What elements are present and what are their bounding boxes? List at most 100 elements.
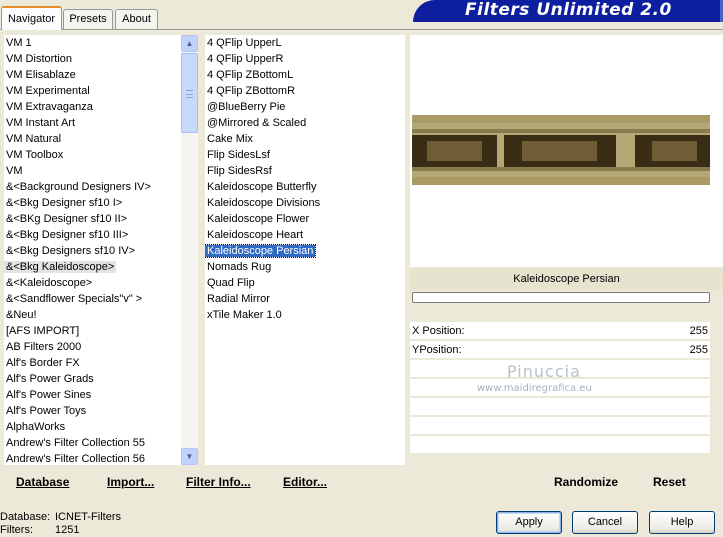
randomize-button[interactable]: Randomize — [554, 475, 618, 489]
param-value: 255 — [689, 344, 708, 356]
list-item[interactable]: VM Instant Art — [4, 115, 77, 131]
list-item[interactable]: [AFS IMPORT] — [4, 323, 81, 339]
list-item[interactable]: Nomads Rug — [205, 259, 273, 275]
list-item[interactable]: @BlueBerry Pie — [205, 99, 287, 115]
param-label: X Position: — [412, 325, 465, 337]
list-item-label: &<Sandflower Specials"v" > — [6, 293, 143, 305]
list-item[interactable]: 4 QFlip ZBottomR — [205, 83, 297, 99]
list-item-label: &<Kaleidoscope> — [6, 277, 93, 289]
list-item[interactable]: Cake Mix — [205, 131, 255, 147]
list-item-label: Alf's Power Grads — [6, 373, 94, 385]
list-item-label: Alf's Border FX — [6, 357, 80, 369]
list-item[interactable]: Kaleidoscope Divisions — [205, 195, 322, 211]
watermark-text: Pinuccia — [507, 362, 581, 381]
scroll-thumb[interactable] — [181, 53, 198, 133]
tab-about[interactable]: About — [115, 9, 158, 29]
watermark-url: www.maidiregrafica.eu — [477, 383, 592, 394]
list-item[interactable]: @Mirrored & Scaled — [205, 115, 308, 131]
list-item[interactable]: &<Bkg Designer sf10 I> — [4, 195, 124, 211]
tab-presets[interactable]: Presets — [63, 9, 113, 29]
list-item[interactable]: VM Toolbox — [4, 147, 65, 163]
param-value: 255 — [689, 325, 708, 337]
list-item[interactable]: &<Background Designers IV> — [4, 179, 153, 195]
list-item-label: Andrew's Filter Collection 55 — [6, 437, 146, 449]
cancel-button[interactable]: Cancel — [572, 511, 638, 534]
list-item[interactable]: &<Sandflower Specials"v" > — [4, 291, 144, 307]
progress-bar — [412, 292, 710, 303]
list-item-label: VM Experimental — [6, 85, 90, 97]
list-item[interactable]: Andrew's Filter Collection 56 — [4, 451, 147, 465]
list-item[interactable]: VM Natural — [4, 131, 63, 147]
list-item[interactable]: Alf's Power Sines — [4, 387, 93, 403]
database-button[interactable]: Database — [16, 475, 69, 489]
list-item[interactable]: VM — [4, 163, 25, 179]
category-list[interactable]: VM 1 VM Distortion VM Elisablaze VM Experim… — [4, 35, 181, 465]
list-item-label: [AFS IMPORT] — [6, 325, 80, 337]
list-item-label: 4 QFlip UpperR — [207, 53, 284, 65]
filters-caption: Filters: — [0, 524, 33, 536]
list-item-label: Kaleidoscope Heart — [207, 229, 304, 241]
apply-button[interactable]: Apply — [496, 511, 562, 534]
list-item[interactable]: &Neu! — [4, 307, 39, 323]
editor-button[interactable]: Editor... — [283, 475, 327, 489]
list-item[interactable]: VM Elisablaze — [4, 67, 78, 83]
list-item[interactable]: Andrew's Filter Collection 55 — [4, 435, 147, 451]
title-banner: Filters Unlimited 2.0 — [413, 0, 723, 22]
list-item[interactable]: AlphaWorks — [4, 419, 67, 435]
category-scrollbar[interactable]: ▲ ▼ — [181, 35, 198, 465]
list-item[interactable]: &<Kaleidoscope> — [4, 275, 94, 291]
list-item[interactable]: 4 QFlip UpperR — [205, 51, 285, 67]
list-item[interactable]: &<Bkg Designer sf10 III> — [4, 227, 130, 243]
scroll-up-button[interactable]: ▲ — [181, 35, 198, 52]
list-item-label: Alf's Power Sines — [6, 389, 92, 401]
list-item[interactable]: Alf's Border FX — [4, 355, 82, 371]
list-item[interactable]: &<Bkg Kaleidoscope> — [4, 259, 117, 275]
list-item-label: 4 QFlip ZBottomR — [207, 85, 296, 97]
list-item[interactable]: Kaleidoscope Flower — [205, 211, 311, 227]
filter-list[interactable]: 4 QFlip UpperL 4 QFlip UpperR 4 QFlip ZBot… — [205, 35, 405, 465]
scroll-down-button[interactable]: ▼ — [181, 448, 198, 465]
list-item[interactable]: Alf's Power Grads — [4, 371, 96, 387]
list-item[interactable]: &<Bkg Designers sf10 IV> — [4, 243, 137, 259]
list-item-label: &<Bkg Designers sf10 IV> — [6, 245, 136, 257]
list-item-label: &<Bkg Kaleidoscope> — [4, 261, 117, 273]
list-item[interactable]: Flip SidesRsf — [205, 163, 274, 179]
list-item[interactable]: Flip SidesLsf — [205, 147, 272, 163]
list-item[interactable]: Kaleidoscope Heart — [205, 227, 305, 243]
list-item[interactable]: 4 QFlip UpperL — [205, 35, 284, 51]
list-item[interactable]: xTile Maker 1.0 — [205, 307, 284, 323]
list-item[interactable]: Radial Mirror — [205, 291, 272, 307]
import-button[interactable]: Import... — [107, 475, 154, 489]
list-item[interactable]: Kaleidoscope Persian — [205, 243, 317, 259]
list-item-label: &<Bkg Designer sf10 III> — [6, 229, 129, 241]
param-slot-empty — [410, 417, 710, 435]
list-item-label: AB Filters 2000 — [6, 341, 82, 353]
list-item-label: xTile Maker 1.0 — [207, 309, 282, 321]
list-item[interactable]: VM Experimental — [4, 83, 92, 99]
list-item-label: VM Natural — [6, 133, 62, 145]
list-item[interactable]: VM Distortion — [4, 51, 74, 67]
list-item[interactable]: &<BKg Designer sf10 II> — [4, 211, 129, 227]
list-item[interactable]: Alf's Power Toys — [4, 403, 88, 419]
tab-navigator[interactable]: Navigator — [1, 6, 62, 30]
param-y-position[interactable]: YPosition: 255 — [410, 341, 710, 359]
list-item[interactable]: Kaleidoscope Butterfly — [205, 179, 318, 195]
reset-button[interactable]: Reset — [653, 475, 686, 489]
list-item-label: @BlueBerry Pie — [207, 101, 286, 113]
list-item-label: Flip SidesRsf — [207, 165, 272, 177]
param-label: YPosition: — [412, 344, 462, 356]
list-item-label: @Mirrored & Scaled — [207, 117, 307, 129]
list-item-label: &<Background Designers IV> — [6, 181, 151, 193]
list-item[interactable]: 4 QFlip ZBottomL — [205, 67, 295, 83]
list-item[interactable]: AB Filters 2000 — [4, 339, 83, 355]
param-x-position[interactable]: X Position: 255 — [410, 322, 710, 340]
list-item-label: Andrew's Filter Collection 56 — [6, 453, 146, 465]
help-button[interactable]: Help — [649, 511, 715, 534]
list-item[interactable]: Quad Flip — [205, 275, 257, 291]
filter-info-button[interactable]: Filter Info... — [186, 475, 251, 489]
list-item[interactable]: VM Extravaganza — [4, 99, 95, 115]
preview-area — [410, 35, 723, 267]
list-item[interactable]: VM 1 — [4, 35, 34, 51]
preview-image — [412, 115, 710, 185]
list-item-label: Kaleidoscope Divisions — [207, 197, 321, 209]
